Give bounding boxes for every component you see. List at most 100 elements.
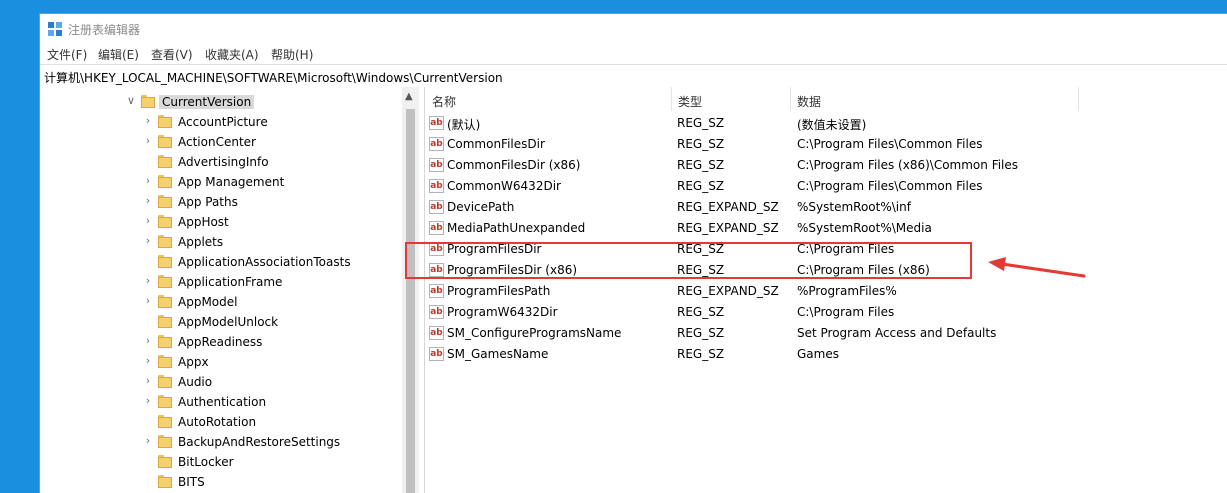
folder-icon (158, 175, 172, 188)
tree-item[interactable]: AdvertisingInfo (40, 152, 402, 172)
value-type: REG_SZ (677, 116, 725, 130)
column-header-data[interactable]: 数据 (790, 87, 1079, 111)
tree-item-label: BitLocker (178, 455, 234, 469)
tree-item-label: AccountPicture (178, 115, 268, 129)
tree-item-label: Audio (178, 375, 213, 389)
chevron-right-icon[interactable]: › (143, 215, 153, 227)
tree-item[interactable]: › BackupAndRestoreSettings (40, 432, 402, 452)
tree-item[interactable]: AppModelUnlock (40, 312, 402, 332)
folder-icon (158, 455, 172, 468)
value-row[interactable]: ab CommonFilesDir (x86) REG_SZ C:\Program F… (425, 155, 1225, 176)
value-row[interactable]: ab SM_GamesName REG_SZ Games (425, 344, 1225, 365)
chevron-right-icon[interactable]: › (143, 335, 153, 347)
chevron-down-icon[interactable]: ∨ (126, 95, 136, 107)
menu-file[interactable]: 文件(F) (47, 46, 87, 63)
string-value-icon: ab (429, 200, 444, 214)
value-row[interactable]: ab ProgramFilesPath REG_EXPAND_SZ %ProgramF… (425, 281, 1225, 302)
tree-item[interactable]: › Applets (40, 232, 402, 252)
scrollbar-thumb[interactable] (406, 109, 415, 493)
tree-item[interactable]: › AppHost (40, 212, 402, 232)
column-header-type[interactable]: 类型 (671, 87, 791, 111)
value-row[interactable]: ab CommonFilesDir REG_SZ C:\Program Files\C… (425, 134, 1225, 155)
folder-icon (141, 95, 155, 108)
menu-help[interactable]: 帮助(H) (271, 46, 313, 63)
tree-item-label: Appx (178, 355, 209, 369)
address-path[interactable]: 计算机\HKEY_LOCAL_MACHINE\SOFTWARE\Microsof… (44, 69, 503, 86)
tree-item-label: App Paths (178, 195, 238, 209)
string-value-icon: ab (429, 158, 444, 172)
tree-item[interactable]: › AppReadiness (40, 332, 402, 352)
tree-item[interactable]: › Audio (40, 372, 402, 392)
folder-icon (158, 335, 172, 348)
value-name: CommonFilesDir (447, 137, 545, 151)
menu-edit[interactable]: 编辑(E) (98, 46, 139, 63)
tree-item[interactable]: › App Paths (40, 192, 402, 212)
tree-item-label: ActionCenter (178, 135, 256, 149)
tree-item[interactable]: › ApplicationFrame (40, 272, 402, 292)
values-list[interactable]: 名称 类型 数据 ab (默认) REG_SZ (数值未设置) ab CommonFile… (425, 87, 1227, 493)
string-value-icon: ab (429, 305, 444, 319)
tree-item[interactable]: BitLocker (40, 452, 402, 472)
folder-icon (158, 355, 172, 368)
tree-item[interactable]: › App Management (40, 172, 402, 192)
tree-item-label: AppModel (178, 295, 238, 309)
value-data: %SystemRoot%\Media (797, 221, 932, 235)
tree-item[interactable]: › AppModel (40, 292, 402, 312)
tree-item[interactable]: AutoRotation (40, 412, 402, 432)
value-name: DevicePath (447, 200, 515, 214)
tree-item[interactable]: › ActionCenter (40, 132, 402, 152)
tree-item-label: AppModelUnlock (178, 315, 279, 329)
tree-item[interactable]: BITS (40, 472, 402, 492)
regedit-app-icon (48, 22, 62, 36)
tree-item-label: Authentication (178, 395, 267, 409)
chevron-right-icon[interactable]: › (143, 195, 153, 207)
chevron-right-icon[interactable]: › (143, 115, 153, 127)
tree-item-label: AdvertisingInfo (178, 155, 269, 169)
value-row[interactable]: ab SM_ConfigureProgramsName REG_SZ Set Prog… (425, 323, 1225, 344)
value-name: CommonW6432Dir (447, 179, 561, 193)
tree-scrollbar[interactable]: ▲ (402, 87, 419, 493)
menu-favorites[interactable]: 收藏夹(A) (205, 46, 259, 63)
chevron-right-icon[interactable]: › (143, 435, 153, 447)
chevron-right-icon[interactable]: › (143, 375, 153, 387)
menu-bar: 文件(F) 编辑(E) 查看(V) 收藏夹(A) 帮助(H) (40, 44, 1227, 64)
chevron-right-icon[interactable]: › (143, 395, 153, 407)
folder-icon (158, 235, 172, 248)
tree-item[interactable]: › AccountPicture (40, 112, 402, 132)
chevron-right-icon[interactable]: › (143, 295, 153, 307)
string-value-icon: ab (429, 326, 444, 340)
value-row[interactable]: ab (默认) REG_SZ (数值未设置) (425, 113, 1225, 134)
chevron-right-icon[interactable]: › (143, 355, 153, 367)
value-type: REG_EXPAND_SZ (677, 221, 779, 235)
chevron-right-icon[interactable]: › (143, 235, 153, 247)
scroll-up-arrow-icon[interactable]: ▲ (405, 91, 413, 102)
value-row[interactable]: ab DevicePath REG_EXPAND_SZ %SystemRoot%\in… (425, 197, 1225, 218)
string-value-icon: ab (429, 347, 444, 361)
string-value-icon: ab (429, 137, 444, 151)
tree-item-label: ApplicationAssociationToasts (178, 255, 351, 269)
value-data: Games (797, 347, 839, 361)
value-data: C:\Program Files\Common Files (797, 137, 983, 151)
column-header-name[interactable]: 名称 (425, 87, 672, 111)
folder-icon (158, 195, 172, 208)
value-row[interactable]: ab ProgramW6432Dir REG_SZ C:\Program Files (425, 302, 1225, 323)
key-tree[interactable]: ∨ CurrentVersion › AccountPicture › ActionC… (40, 87, 402, 493)
chevron-right-icon[interactable]: › (143, 175, 153, 187)
value-row[interactable]: ab MediaPathUnexpanded REG_EXPAND_SZ %Syste… (425, 218, 1225, 239)
chevron-right-icon[interactable]: › (143, 275, 153, 287)
value-row[interactable]: ab CommonW6432Dir REG_SZ C:\Program Files\C… (425, 176, 1225, 197)
menu-view[interactable]: 查看(V) (151, 46, 193, 63)
address-bar[interactable]: 计算机\HKEY_LOCAL_MACHINE\SOFTWARE\Microsof… (40, 64, 1227, 88)
title-bar[interactable]: 注册表编辑器 (40, 14, 1227, 44)
folder-icon (158, 435, 172, 448)
chevron-right-icon[interactable]: › (143, 135, 153, 147)
tree-item-currentversion[interactable]: ∨ CurrentVersion (40, 92, 402, 112)
tree-item[interactable]: › Appx (40, 352, 402, 372)
tree-item[interactable]: › Authentication (40, 392, 402, 412)
value-name: SM_ConfigureProgramsName (447, 326, 622, 340)
value-name: SM_GamesName (447, 347, 549, 361)
value-name: MediaPathUnexpanded (447, 221, 586, 235)
value-name: CommonFilesDir (x86) (447, 158, 581, 172)
value-type: REG_SZ (677, 326, 725, 340)
tree-item[interactable]: ApplicationAssociationToasts (40, 252, 402, 272)
